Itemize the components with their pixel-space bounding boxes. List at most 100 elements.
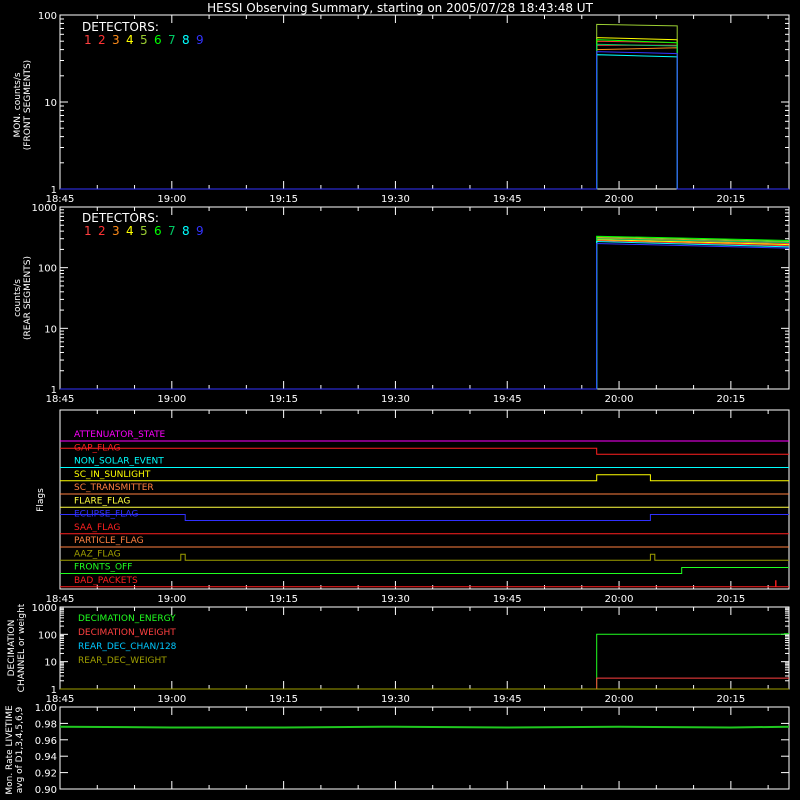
y-tick-label: 1	[51, 385, 57, 396]
legend-title: DETECTORS:	[82, 211, 159, 225]
y-axis-label-4: avg of D1,3,4,5,6,9	[15, 706, 25, 793]
legend-entry-2: 2	[98, 224, 106, 238]
rear-series-3	[60, 237, 790, 390]
flag-line-FRONTS_OFF	[60, 567, 789, 574]
legend-title: DETECTORS:	[82, 20, 159, 34]
x-tick-label: 19:15	[269, 394, 298, 405]
rear-series-4	[60, 239, 790, 390]
legend-entry-8: 8	[182, 33, 190, 47]
flag-line-ECLIPSE_FLAG	[60, 514, 789, 521]
flag-line-SC_IN_SUNLIGHT	[60, 474, 789, 482]
decimation-legend-REAR_DEC_WEIGHT: REAR_DEC_WEIGHT	[78, 656, 167, 666]
rear-series-8	[60, 240, 790, 390]
panel-frame-4	[59, 706, 790, 790]
x-tick-label: 20:00	[605, 394, 634, 405]
flag-label-NON_SOLAR_EVENT: NON_SOLAR_EVENT	[74, 457, 164, 467]
x-tick-label: 19:45	[493, 594, 522, 605]
y-axis-label-2: Flags	[36, 488, 46, 512]
flag-label-SAA_FLAG: SAA_FLAG	[74, 523, 120, 533]
x-tick-label: 19:30	[381, 594, 410, 605]
x-tick-label: 19:30	[381, 694, 410, 705]
flag-label-FLARE_FLAG: FLARE_FLAG	[74, 496, 130, 506]
legend-entry-7: 7	[168, 33, 176, 47]
livetime-series	[59, 725, 790, 729]
legend-entry-9: 9	[196, 33, 204, 47]
y-axis-label-1: (REAR SEGMENTS)	[23, 256, 33, 340]
flag-label-AAZ_FLAG: AAZ_FLAG	[74, 549, 121, 559]
x-tick-label: 19:00	[157, 394, 186, 405]
legend-entry-9: 9	[196, 224, 204, 238]
legend-entry-2: 2	[98, 33, 106, 47]
y-tick-label: 1000	[32, 203, 57, 214]
front-series-1	[60, 44, 789, 190]
y-axis-label-0: MON. counts/s	[13, 72, 23, 137]
flag-label-PARTICLE_FLAG: PARTICLE_FLAG	[74, 536, 144, 546]
y-tick-label: 0.90	[35, 785, 57, 796]
y-tick-label: 10	[44, 98, 57, 109]
y-tick-label: 10	[44, 324, 57, 335]
rear-series-2	[60, 239, 790, 390]
panel-frame-2	[59, 409, 790, 590]
y-axis-label-4: Mon. Rate LIVETIME	[5, 705, 15, 795]
y-axis-label-0: (FRONT SEGMENTS)	[23, 60, 33, 150]
flag-label-FRONTS_OFF: FRONTS_OFF	[74, 563, 132, 573]
y-axis-label-3: DECIMATION	[7, 620, 17, 677]
page-title: HESSI Observing Summary, starting on 200…	[207, 1, 593, 15]
legend-entry-6: 6	[154, 224, 162, 238]
flag-label-GAP_FLAG: GAP_FLAG	[74, 443, 120, 453]
front-series-7	[60, 43, 789, 190]
y-tick-label: 10	[44, 658, 57, 669]
flag-line-GAP_FLAG	[60, 447, 789, 455]
flag-line-BAD_PACKETS	[60, 580, 789, 588]
rear-series-5	[60, 236, 790, 390]
x-tick-label: 19:30	[381, 194, 410, 205]
rear-series-9	[60, 242, 790, 390]
decimation-series-DECIMATION_WEIGHT	[60, 677, 789, 690]
legend-entry-4: 4	[126, 224, 134, 238]
y-tick-label: 100	[38, 264, 57, 275]
y-tick-label: 1.00	[35, 703, 57, 714]
front-series-2	[60, 40, 789, 190]
front-series-9	[60, 51, 789, 190]
legend-entry-8: 8	[182, 224, 190, 238]
rear-series-6	[60, 235, 790, 390]
x-tick-label: 20:15	[716, 194, 745, 205]
rear-series-7	[60, 238, 790, 390]
flag-label-SC_IN_SUNLIGHT: SC_IN_SUNLIGHT	[74, 470, 151, 480]
front-series-3	[60, 47, 789, 190]
x-tick-label: 20:15	[716, 594, 745, 605]
x-tick-label: 20:15	[716, 694, 745, 705]
front-series-4	[60, 37, 789, 190]
flag-label-ATTENUATOR_STATE: ATTENUATOR_STATE	[74, 430, 166, 440]
x-tick-label: 20:00	[605, 194, 634, 205]
y-tick-label: 0.94	[35, 752, 57, 763]
legend-entry-3: 3	[112, 33, 120, 47]
y-tick-label: 0.96	[35, 736, 57, 747]
y-tick-label: 0.98	[35, 719, 57, 730]
flag-line-AAZ_FLAG	[60, 553, 789, 561]
x-tick-label: 19:15	[269, 594, 298, 605]
flag-label-ECLIPSE_FLAG: ECLIPSE_FLAG	[74, 510, 138, 520]
x-tick-label: 19:00	[157, 594, 186, 605]
y-tick-label: 100	[38, 630, 57, 641]
x-tick-label: 19:00	[157, 694, 186, 705]
decimation-legend-DECIMATION_WEIGHT: DECIMATION_WEIGHT	[78, 628, 176, 638]
x-tick-label: 20:00	[605, 594, 634, 605]
legend-entry-7: 7	[168, 224, 176, 238]
x-tick-label: 20:00	[605, 694, 634, 705]
hessi-summary-chart: HESSI Observing Summary, starting on 200…	[5, 1, 790, 796]
flag-label-BAD_PACKETS: BAD_PACKETS	[74, 576, 138, 586]
decimation-legend-DECIMATION_ENERGY: DECIMATION_ENERGY	[78, 614, 176, 624]
x-tick-label: 19:15	[269, 194, 298, 205]
legend-entry-6: 6	[154, 33, 162, 47]
y-tick-label: 100	[38, 11, 57, 22]
x-tick-label: 19:00	[157, 194, 186, 205]
rear-series-1	[60, 238, 790, 390]
legend-entry-5: 5	[140, 33, 148, 47]
front-series-8	[60, 54, 789, 190]
legend-entry-4: 4	[126, 33, 134, 47]
y-axis-label-1: counts/s	[13, 279, 23, 317]
x-tick-label: 19:45	[493, 194, 522, 205]
y-axis-label-3: CHANNEL or weight	[17, 603, 27, 692]
y-tick-label: 1	[51, 185, 57, 196]
